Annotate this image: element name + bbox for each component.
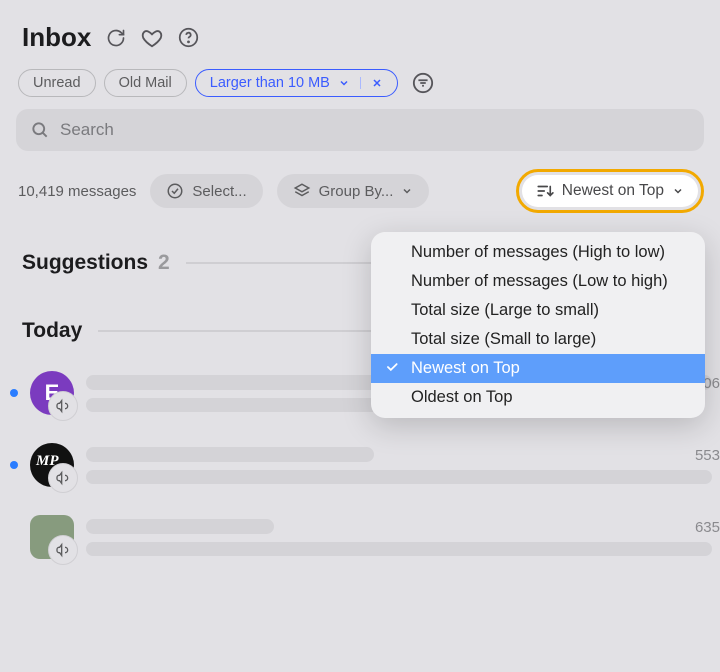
sort-option[interactable]: Oldest on Top [371,383,705,412]
search-placeholder: Search [60,120,114,140]
chevron-down-icon [672,185,684,197]
sort-option[interactable]: Total size (Small to large) [371,325,705,354]
section-count: 2 [158,251,170,275]
avatar [30,515,74,559]
megaphone-icon [55,470,71,486]
filter-row: Unread Old Mail Larger than 10 MB [0,63,720,109]
megaphone-icon [55,542,71,558]
filter-chip-oldmail[interactable]: Old Mail [104,69,187,97]
header: Inbox [0,0,720,63]
row-number: 553 [695,447,720,464]
list-item[interactable]: MP 553 [0,429,720,501]
unread-dot-icon [10,389,18,397]
sort-button[interactable]: Newest on Top [522,175,698,207]
chevron-down-icon [338,77,350,89]
avatar: E [30,371,74,415]
controls-row: 10,419 messages Select... Group By... Ne… [0,151,720,223]
option-label: Newest on Top [411,359,520,377]
group-by-label: Group By... [319,183,394,200]
select-button[interactable]: Select... [150,174,262,208]
search-icon [30,120,50,140]
list-item[interactable]: 635 [0,501,720,573]
sort-option-selected[interactable]: Newest on Top [371,354,705,383]
avatar: MP [30,443,74,487]
filter-chip-unread[interactable]: Unread [18,69,96,97]
group-by-button[interactable]: Group By... [277,174,430,208]
option-label: Total size (Large to small) [411,301,599,319]
filter-chip-larger-than-10mb[interactable]: Larger than 10 MB [195,69,398,97]
option-label: Number of messages (High to low) [411,243,665,261]
layers-icon [293,182,311,200]
chip-label: Unread [33,75,81,91]
sort-option[interactable]: Number of messages (High to low) [371,238,705,267]
section-title: Suggestions [22,251,148,275]
select-label: Select... [192,183,246,200]
option-label: Total size (Small to large) [411,330,596,348]
message-count: 10,419 messages [18,183,136,200]
help-icon[interactable] [177,27,199,49]
option-label: Number of messages (Low to high) [411,272,668,290]
checkmark-icon [385,360,399,374]
option-label: Oldest on Top [411,388,513,406]
announcement-badge [48,463,78,493]
sort-dropdown: Number of messages (High to low) Number … [371,232,705,418]
close-icon [371,77,383,89]
sort-label: Newest on Top [562,182,664,200]
row-preview [86,519,720,556]
row-preview [86,447,720,484]
filter-menu-icon[interactable] [412,72,434,94]
megaphone-icon [55,398,71,414]
check-circle-icon [166,182,184,200]
search-input[interactable]: Search [16,109,704,151]
refresh-icon[interactable] [105,27,127,49]
page-title: Inbox [22,22,91,53]
heart-icon[interactable] [141,27,163,49]
announcement-badge [48,391,78,421]
chip-label: Old Mail [119,75,172,91]
sort-option[interactable]: Number of messages (Low to high) [371,267,705,296]
announcement-badge [48,535,78,565]
section-title: Today [22,319,82,343]
sort-button-highlight: Newest on Top [516,169,704,213]
chevron-down-icon [401,185,413,197]
sort-option[interactable]: Total size (Large to small) [371,296,705,325]
sort-icon [536,182,554,200]
unread-dot-icon [10,461,18,469]
filter-chip-clear[interactable] [360,77,389,89]
chip-label: Larger than 10 MB [210,75,330,91]
row-number: 635 [695,519,720,536]
